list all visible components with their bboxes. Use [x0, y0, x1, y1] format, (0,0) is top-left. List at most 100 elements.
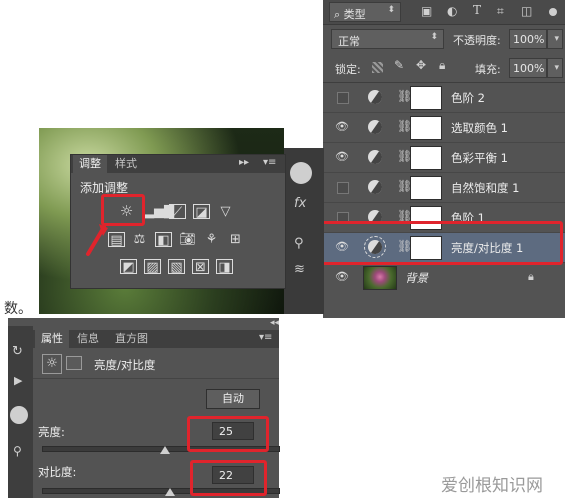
lock-transparent-icon[interactable]	[372, 62, 383, 73]
curves-icon[interactable]: ⟋	[169, 204, 186, 220]
layer-image-thumbnail[interactable]	[363, 266, 397, 290]
lock-icon: 🔒︎	[528, 270, 534, 283]
layer-name[interactable]: 背景	[405, 270, 428, 286]
layer-name[interactable]: 色彩平衡 1	[451, 150, 508, 166]
tab-properties[interactable]: 属性	[35, 330, 69, 348]
layer-row[interactable]: ⛓ 色阶 2	[323, 83, 565, 113]
layer-name[interactable]: 色阶 2	[451, 90, 485, 106]
image-filter-icon[interactable]: ▣	[421, 4, 432, 18]
channel-mixer-icon[interactable]: ⚘	[203, 232, 220, 247]
brightness-slider-thumb[interactable]	[160, 446, 170, 454]
tools-left-bar: ↻ ▶ ⚲	[8, 326, 33, 498]
opacity-value: 100%	[513, 33, 545, 46]
dropdown-arrow-icon: ⬍	[387, 5, 395, 15]
adjustment-filter-icon[interactable]: ◐	[447, 4, 457, 18]
adjustment-title: 亮度/对比度	[94, 358, 156, 372]
layer-row[interactable]: 👁︎ ⛓ 色彩平衡 1	[323, 143, 565, 173]
layer-name[interactable]: 自然饱和度 1	[451, 180, 519, 196]
layer-mask-thumbnail[interactable]	[410, 176, 442, 200]
tab-histogram[interactable]: 直方图	[109, 330, 154, 348]
text-filter-icon[interactable]: T	[473, 3, 481, 17]
brightness-label: 亮度:	[38, 425, 65, 439]
layer-row[interactable]: 👁︎ ⛓ 选取颜色 1	[323, 113, 565, 143]
brush-icon[interactable]: ⚲	[13, 444, 22, 458]
brush-icon[interactable]: ⚲	[294, 236, 304, 251]
fx-icon[interactable]: fx	[294, 196, 306, 211]
collapse-icon[interactable]: ◂◂	[270, 318, 279, 328]
play-icon[interactable]: ▶	[14, 374, 22, 387]
highlight-contrast-field	[190, 460, 267, 496]
layers-panel: ⌕ 类型 ⬍ ▣ ◐ T ⌗ ◫ 正常 ⬍ 不透明度: 100% ▾ 锁定: ✎…	[323, 0, 565, 318]
adjustment-layer-icon	[368, 180, 382, 194]
eye-icon[interactable]: 👁︎	[335, 271, 349, 283]
chevron-down-icon: ▾	[554, 34, 559, 44]
eye-icon[interactable]: 👁︎	[335, 151, 349, 163]
filter-kind-dropdown[interactable]: ⌕ 类型 ⬍	[329, 2, 401, 22]
fill-dropdown-button[interactable]: ▾	[547, 58, 563, 78]
properties-tabbar: 属性 信息 直方图 ▾≡	[33, 330, 279, 348]
exposure-icon[interactable]: ◪	[193, 204, 210, 220]
tab-info[interactable]: 信息	[71, 330, 105, 348]
blend-mode-value: 正常	[338, 35, 360, 48]
posterize-icon[interactable]: ▨	[144, 259, 161, 275]
vibrance-icon[interactable]: ▽	[217, 204, 234, 219]
black-white-icon[interactable]: ◧	[155, 232, 172, 248]
fill-value: 100%	[513, 62, 545, 75]
levels-icon[interactable]: ▂▅▇	[144, 204, 174, 219]
layer-name[interactable]: 选取颜色 1	[451, 120, 508, 136]
layer-row[interactable]: 👁︎ 背景 🔒︎	[323, 263, 565, 292]
prefix-text: 数。	[4, 301, 32, 317]
highlight-brightness-field	[187, 416, 269, 452]
lock-position-icon[interactable]: ✥	[416, 58, 426, 72]
collapse-icon[interactable]: ▸▸	[239, 157, 249, 168]
threshold-icon[interactable]: ▧	[168, 259, 185, 275]
highlight-brightness-icon	[101, 194, 145, 226]
opacity-label: 不透明度:	[453, 34, 501, 47]
fill-label: 填充:	[475, 63, 501, 76]
invert-icon[interactable]: ◩	[120, 259, 137, 275]
tab-adjustments[interactable]: 调整	[73, 155, 107, 173]
panel-menu-icon[interactable]: ▾≡	[263, 157, 276, 168]
smart-object-filter-icon[interactable]: ◫	[521, 4, 532, 18]
lock-label: 锁定:	[335, 63, 361, 76]
color-lookup-icon[interactable]: ⊞	[227, 232, 244, 247]
layer-mask-thumbnail[interactable]	[410, 116, 442, 140]
opacity-field[interactable]: 100%	[509, 29, 547, 49]
gradient-map-icon[interactable]: ⊠	[192, 259, 209, 275]
selective-color-icon[interactable]: ◨	[216, 259, 233, 275]
adjustment-tool-icon[interactable]	[10, 406, 28, 424]
layer-mask-thumbnail[interactable]	[410, 146, 442, 170]
blend-mode-dropdown[interactable]: 正常 ⬍	[331, 29, 444, 49]
layer-row[interactable]: ⛓ 自然饱和度 1	[323, 173, 565, 203]
tab-styles[interactable]: 样式	[109, 155, 143, 173]
watermark-text: 爱创根知识网	[441, 476, 543, 496]
layer-mask-thumbnail[interactable]	[410, 86, 442, 110]
photo-filter-icon[interactable]: 📷︎	[179, 232, 196, 247]
opacity-dropdown-button[interactable]: ▾	[547, 29, 563, 49]
fill-field[interactable]: 100%	[509, 58, 547, 78]
highlight-selected-layer	[318, 221, 563, 265]
adjustments-tabbar: 调整 样式 ▸▸ ▾≡	[71, 155, 285, 173]
auto-button[interactable]: 自动	[206, 389, 260, 409]
filter-toggle-icon[interactable]	[549, 8, 557, 16]
visibility-toggle[interactable]	[337, 92, 349, 104]
layer-mask-icon[interactable]	[66, 356, 82, 370]
visibility-toggle[interactable]	[337, 182, 349, 194]
rotate-icon[interactable]: ↻	[12, 344, 23, 359]
layers-stack-icon[interactable]: ≋	[294, 262, 305, 277]
lock-paint-icon[interactable]: ✎	[394, 58, 404, 72]
shape-filter-icon[interactable]: ⌗	[497, 4, 504, 19]
adjustment-tool-icon[interactable]	[290, 162, 312, 184]
tools-strip: fx ⚲ ≋	[284, 148, 324, 314]
eye-icon[interactable]: 👁︎	[335, 121, 349, 133]
filter-kind-label: 类型	[343, 8, 366, 21]
adjustment-layer-icon	[368, 90, 382, 104]
pointer-arrow-icon	[86, 224, 108, 256]
contrast-slider-thumb[interactable]	[165, 488, 175, 496]
chevron-down-icon: ▾	[554, 63, 559, 73]
contrast-label: 对比度:	[38, 465, 77, 479]
lock-all-icon[interactable]: 🔒︎	[439, 58, 445, 73]
hue-saturation-icon[interactable]: ▤	[108, 232, 125, 248]
panel-menu-icon[interactable]: ▾≡	[259, 332, 272, 343]
color-balance-icon[interactable]: ⚖	[131, 232, 148, 247]
